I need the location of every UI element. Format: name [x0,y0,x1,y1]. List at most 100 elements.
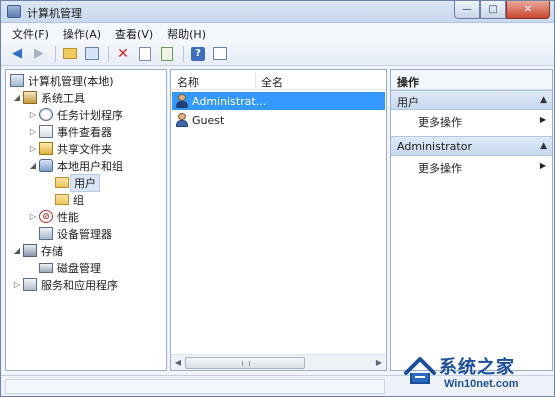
console-tree-pane: 计算机管理(本地) ◢ 系统工具 ▷ 任务计划程序 ▷ 事件查看器 ▷ 共享文件… [5,69,167,371]
export-list-button[interactable] [157,45,177,63]
actions-section-users[interactable]: 用户 ▲ [391,90,552,110]
column-header-row: 名称 全名 [171,70,386,90]
tree-item-label: 服务和应用程序 [41,278,118,292]
show-action-pane-icon [213,47,227,60]
tree-item-root[interactable]: 计算机管理(本地) [6,72,166,89]
tree-item-groups[interactable]: 组 [6,191,166,208]
window-title: 计算机管理 [27,7,82,20]
horizontal-scrollbar[interactable]: ◀ ▶ [171,354,386,370]
tree-item-task-scheduler[interactable]: ▷ 任务计划程序 [6,106,166,123]
tree-item-label: 事件查看器 [57,125,112,139]
collapse-arrow-icon[interactable]: ◢ [12,93,22,102]
menu-help[interactable]: 帮助(H) [160,24,213,42]
performance-icon: ⊘ [39,210,53,223]
tree-item-shared-folders[interactable]: ▷ 共享文件夹 [6,140,166,157]
tree-item-label: 性能 [57,210,79,224]
user-icon [175,94,189,108]
computer-management-icon [7,5,21,18]
submenu-arrow-icon: ▶ [539,161,546,170]
scroll-left-icon[interactable]: ◀ [171,356,185,370]
menu-view[interactable]: 查看(V) [108,24,160,42]
up-folder-button[interactable] [60,45,80,63]
user-name: Administrat... [192,94,267,108]
column-header-fullname[interactable]: 全名 [261,74,283,90]
tree-item-local-users-groups[interactable]: ◢ 本地用户和组 [6,157,166,174]
scrollbar-thumb[interactable] [185,356,305,369]
actions-section-administrator[interactable]: Administrator ▲ [391,136,552,156]
help-button[interactable]: ? [188,45,208,63]
collapse-caret-icon[interactable]: ▲ [540,141,547,151]
tree-item-label: 磁盘管理 [57,261,101,275]
tree-item-label: 共享文件夹 [57,142,112,156]
tree-item-users[interactable]: 用户 [6,173,166,192]
column-header-name[interactable]: 名称 [177,74,199,90]
storage-icon [23,244,37,257]
menu-action[interactable]: 操作(A) [56,24,108,42]
menu-file[interactable]: 文件(F) [5,24,56,42]
expand-arrow-icon[interactable]: ▷ [28,127,38,136]
user-disabled-icon [175,113,189,127]
tree-item-system-tools[interactable]: ◢ 系统工具 [6,89,166,106]
forward-button[interactable]: ▶ [29,45,49,63]
collapse-caret-icon[interactable]: ▲ [540,95,547,105]
section-label: Administrator [397,140,472,153]
minimize-icon: — [462,4,472,15]
folder-icon [55,177,69,188]
collapse-arrow-icon[interactable]: ◢ [28,161,38,170]
more-actions-administrator[interactable]: 更多操作 ▶ [391,157,552,175]
delete-button[interactable]: ✕ [113,45,133,63]
minimize-button[interactable]: — [454,1,480,19]
close-button[interactable]: ✕ [506,1,550,19]
title-bar[interactable]: 计算机管理 — □ ✕ [1,1,554,23]
scroll-right-icon[interactable]: ▶ [372,356,386,370]
properties-icon [139,46,151,61]
forward-icon: ▶ [34,46,44,61]
tree-item-label: 本地用户和组 [57,159,123,173]
list-item-administrator[interactable]: Administrat... [172,92,385,110]
tree-item-label: 用户 [70,173,100,192]
tree-item-performance[interactable]: ▷ ⊘ 性能 [6,208,166,225]
watermark-logo-icon [404,357,436,384]
help-icon: ? [191,46,205,61]
expand-arrow-icon[interactable]: ▷ [28,212,38,221]
toolbar-separator [108,45,109,62]
show-tree-button[interactable] [82,45,102,63]
actions-title: 操作 [391,70,552,90]
back-button[interactable]: ◀ [7,45,27,63]
tree-item-label: 任务计划程序 [57,108,123,122]
window-controls: — □ ✕ [454,1,550,20]
tree-item-event-viewer[interactable]: ▷ 事件查看器 [6,123,166,140]
expand-arrow-icon[interactable]: ▷ [28,110,38,119]
device-manager-icon [39,227,53,240]
export-icon [161,46,173,61]
expand-arrow-icon[interactable]: ▷ [12,280,22,289]
computer-management-window: 计算机管理 — □ ✕ 文件(F) 操作(A) 查看(V) 帮助(H) ◀ ▶ … [0,0,555,397]
tree-item-label: 组 [73,193,84,207]
site-watermark: 系统之家 Win10net.com [389,347,554,397]
properties-button[interactable] [135,45,155,63]
expand-arrow-icon[interactable]: ▷ [28,144,38,153]
toolbar-separator [55,45,56,62]
delete-icon: ✕ [117,45,129,62]
maximize-button[interactable]: □ [480,1,506,19]
column-divider[interactable] [255,72,256,88]
list-item-guest[interactable]: Guest [172,111,385,129]
tree-item-storage[interactable]: ◢ 存储 [6,242,166,259]
services-icon [23,278,37,291]
toolbar-separator [183,45,184,62]
submenu-arrow-icon: ▶ [539,115,546,124]
menu-bar: 文件(F) 操作(A) 查看(V) 帮助(H) [1,24,554,42]
scrollbar-track[interactable] [185,356,372,370]
event-viewer-icon [39,125,53,138]
tree-item-services-apps[interactable]: ▷ 服务和应用程序 [6,276,166,293]
up-folder-icon [63,48,77,59]
show-action-pane-button[interactable] [210,45,230,63]
maximize-icon: □ [488,4,498,15]
computer-icon [10,74,24,87]
more-actions-users[interactable]: 更多操作 ▶ [391,111,552,129]
collapse-arrow-icon[interactable]: ◢ [12,246,22,255]
tree-item-device-manager[interactable]: 设备管理器 [6,225,166,242]
tree-item-disk-management[interactable]: 磁盘管理 [6,259,166,276]
tree-item-label: 设备管理器 [57,227,112,241]
section-label: 用户 [397,96,419,109]
